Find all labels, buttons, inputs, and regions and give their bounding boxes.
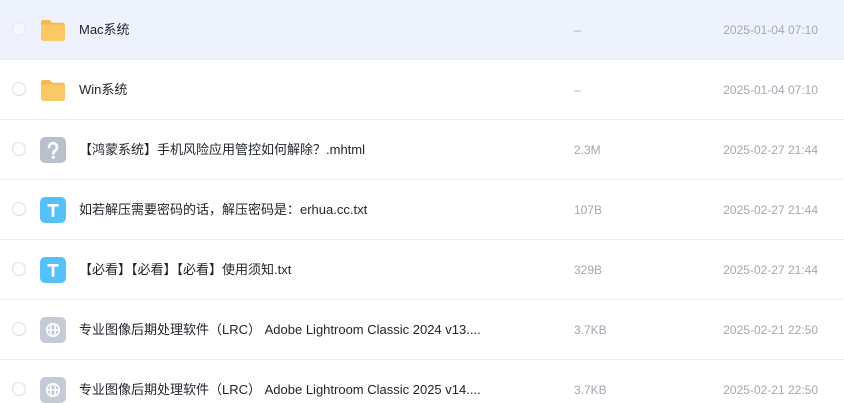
file-modified-date: 2025-02-21 22:50 — [723, 383, 818, 397]
row-checkbox[interactable] — [12, 322, 26, 336]
file-row[interactable]: 如若解压需要密码的话，解压密码是：erhua.cc.txt 107B 2025-… — [0, 180, 844, 240]
file-name[interactable]: 如若解压需要密码的话，解压密码是：erhua.cc.txt — [79, 201, 367, 219]
file-name[interactable]: 专业图像后期处理软件（LRC） Adobe Lightroom Classic … — [79, 321, 481, 339]
text-file-icon — [39, 196, 67, 224]
file-list: Mac系统 – 2025-01-04 07:10 Win系统 – 2025-01… — [0, 0, 844, 403]
row-checkbox[interactable] — [12, 262, 26, 276]
file-row[interactable]: Mac系统 – 2025-01-04 07:10 — [0, 0, 844, 60]
file-modified-date: 2025-02-27 21:44 — [723, 263, 818, 277]
row-checkbox[interactable] — [12, 202, 26, 216]
file-size: 107B — [574, 203, 603, 217]
file-size: 3.7KB — [574, 323, 607, 337]
file-name[interactable]: 专业图像后期处理软件（LRC） Adobe Lightroom Classic … — [79, 381, 481, 399]
file-row[interactable]: 【必看】【必看】【必看】使用须知.txt 329B 2025-02-27 21:… — [0, 240, 844, 300]
file-size: 329B — [574, 263, 603, 277]
file-name[interactable]: 【鸿蒙系统】手机风险应用管控如何解除？.mhtml — [79, 141, 365, 159]
web-file-icon — [39, 316, 67, 344]
file-name[interactable]: Mac系统 — [79, 21, 130, 39]
web-file-icon — [39, 376, 67, 403]
text-file-icon — [39, 256, 67, 284]
file-modified-date: 2025-02-21 22:50 — [723, 323, 818, 337]
folder-icon — [39, 16, 67, 44]
file-modified-date: 2025-02-27 21:44 — [723, 143, 818, 157]
file-size: – — [574, 83, 581, 97]
row-checkbox[interactable] — [12, 142, 26, 156]
row-checkbox[interactable] — [12, 82, 26, 96]
file-modified-date: 2025-01-04 07:10 — [723, 23, 818, 37]
file-row[interactable]: 【鸿蒙系统】手机风险应用管控如何解除？.mhtml 2.3M 2025-02-2… — [0, 120, 844, 180]
row-checkbox[interactable] — [12, 22, 26, 36]
file-name[interactable]: 【必看】【必看】【必看】使用须知.txt — [79, 261, 291, 279]
file-modified-date: 2025-01-04 07:10 — [723, 83, 818, 97]
file-size: 3.7KB — [574, 383, 607, 397]
file-name[interactable]: Win系统 — [79, 81, 127, 99]
file-size: 2.3M — [574, 143, 601, 157]
row-checkbox[interactable] — [12, 382, 26, 396]
file-row[interactable]: Win系统 – 2025-01-04 07:10 — [0, 60, 844, 120]
unknown-file-icon — [39, 136, 67, 164]
file-row[interactable]: 专业图像后期处理软件（LRC） Adobe Lightroom Classic … — [0, 360, 844, 403]
file-row[interactable]: 专业图像后期处理软件（LRC） Adobe Lightroom Classic … — [0, 300, 844, 360]
file-size: – — [574, 23, 581, 37]
file-modified-date: 2025-02-27 21:44 — [723, 203, 818, 217]
folder-icon — [39, 76, 67, 104]
